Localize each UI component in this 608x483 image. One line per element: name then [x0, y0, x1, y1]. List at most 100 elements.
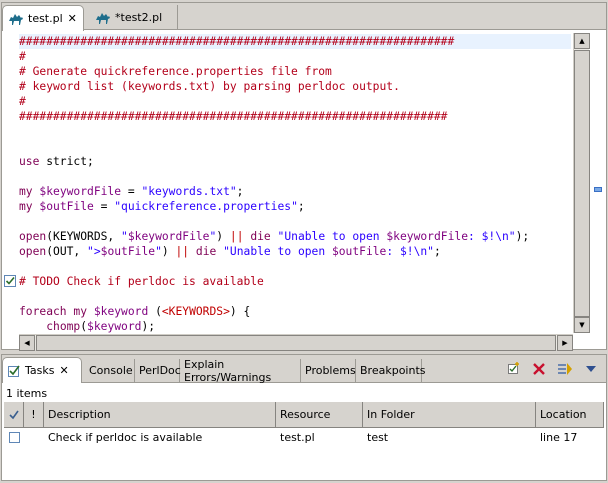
tab-label: Tasks: [25, 364, 55, 377]
table-row[interactable]: Check if perldoc is available test.pl te…: [4, 427, 604, 447]
code-token: use: [19, 155, 40, 168]
overview-task-mark[interactable]: [594, 187, 602, 192]
column-in-folder[interactable]: In Folder: [363, 402, 536, 428]
column-resource[interactable]: Resource: [276, 402, 363, 428]
close-icon[interactable]: ✕: [68, 13, 77, 24]
column-completed[interactable]: [4, 402, 24, 428]
code-line[interactable]: [19, 214, 571, 229]
vertical-scroll-thumb[interactable]: [574, 50, 590, 317]
items-count: 1 items: [6, 387, 48, 400]
code-line[interactable]: # keyword list (keywords.txt) by parsing…: [19, 79, 571, 94]
code-line[interactable]: [19, 124, 571, 139]
add-task-icon: [508, 362, 519, 374]
code-line[interactable]: # TODO Check if perldoc is available: [19, 274, 571, 289]
code-token: "quickreference.properties": [114, 200, 298, 213]
code-line[interactable]: #: [19, 94, 571, 109]
editor-tab-test-pl[interactable]: test.pl ✕: [2, 5, 84, 31]
column-location[interactable]: Location: [536, 402, 604, 428]
code-token: #: [19, 95, 26, 108]
scroll-up-arrow-icon[interactable]: ▲: [574, 33, 590, 49]
close-icon[interactable]: ✕: [59, 365, 68, 376]
code-token: ||: [229, 230, 244, 243]
tab-breakpoints[interactable]: Breakpoints: [356, 359, 426, 382]
tasks-table: ! Description Resource In Folder Locatio…: [4, 401, 604, 447]
tab-label: Explain Errors/Warnings: [184, 357, 272, 384]
code-line[interactable]: [19, 169, 571, 184]
code-line[interactable]: # Generate quickreference.properties fil…: [19, 64, 571, 79]
task-resource: test.pl: [280, 430, 315, 444]
code-token: );: [515, 230, 530, 243]
tab-perldoc[interactable]: PerlDoc: [135, 359, 181, 382]
checkmark-icon: [8, 410, 19, 419]
code-token: ">: [87, 245, 101, 258]
editor-panel: test.pl ✕ *test2.pl ####################…: [1, 2, 607, 351]
tasks-panel: Tasks ✕ Console PerlDoc Explain Errors/W…: [1, 354, 607, 481]
code-token: die: [195, 245, 217, 258]
code-token: ": [121, 230, 128, 243]
scroll-down-arrow-icon[interactable]: ▼: [574, 317, 590, 333]
horizontal-scrollbar[interactable]: ◀ ▶: [19, 334, 573, 351]
code-token: (KEYWORDS,: [46, 230, 122, 243]
code-line[interactable]: open(OUT, ">$outFile") || die "Unable to…: [19, 244, 571, 259]
column-description[interactable]: Description: [44, 402, 276, 428]
task-checkbox-cell[interactable]: [4, 427, 24, 447]
code-area[interactable]: ########################################…: [19, 34, 571, 334]
task-checkbox[interactable]: [8, 431, 20, 443]
view-menu-button[interactable]: [582, 361, 600, 377]
code-line[interactable]: [19, 289, 571, 304]
code-token: );: [141, 320, 156, 333]
code-line[interactable]: chomp($keyword);: [19, 319, 571, 334]
code-token: <KEYWORDS>: [161, 305, 230, 318]
horizontal-scroll-thumb[interactable]: [36, 335, 556, 351]
code-token: my: [19, 185, 33, 198]
code-line[interactable]: ########################################…: [19, 109, 571, 124]
camel-icon: [9, 13, 23, 25]
code-line[interactable]: [19, 259, 571, 274]
code-line[interactable]: use strict;: [19, 154, 571, 169]
column-priority[interactable]: !: [24, 402, 44, 428]
code-token: my: [73, 305, 88, 318]
code-line[interactable]: open(KEYWORDS, "$keywordFile") || die "U…: [19, 229, 571, 244]
code-line[interactable]: my $keywordFile = "keywords.txt";: [19, 184, 571, 199]
tab-tasks[interactable]: Tasks ✕: [2, 357, 82, 383]
code-token: $keywordFile: [386, 230, 468, 243]
delete-completed-button[interactable]: [530, 361, 548, 377]
tab-console[interactable]: Console: [85, 359, 135, 382]
code-line[interactable]: foreach my $keyword (<KEYWORDS>) {: [19, 304, 571, 319]
scroll-left-arrow-icon[interactable]: ◀: [19, 335, 35, 351]
code-editor[interactable]: ########################################…: [2, 31, 606, 351]
code-token: ||: [175, 245, 190, 258]
editor-tab-label: *test2.pl: [115, 11, 163, 24]
filter-icon: [558, 363, 572, 375]
scroll-right-arrow-icon[interactable]: ▶: [557, 335, 573, 351]
editor-tab-test2-pl[interactable]: *test2.pl: [90, 5, 178, 30]
editor-tab-label: test.pl: [28, 12, 63, 25]
code-line[interactable]: #: [19, 49, 571, 64]
task-marker-icon[interactable]: [4, 275, 16, 287]
code-line[interactable]: my $outFile = "quickreference.properties…: [19, 199, 571, 214]
vertical-scrollbar[interactable]: ▲ ▼: [573, 33, 590, 333]
code-token: =: [93, 200, 115, 213]
code-token: ): [161, 245, 176, 258]
task-folder: test: [367, 430, 389, 444]
code-line[interactable]: ########################################…: [19, 34, 571, 49]
tab-problems[interactable]: Problems: [301, 359, 356, 382]
code-token: open: [19, 230, 47, 243]
code-token: ########################################…: [19, 110, 448, 123]
code-token: (OUT,: [46, 245, 88, 258]
code-token: (: [148, 305, 162, 318]
code-token: chomp: [46, 320, 81, 333]
filter-button[interactable]: [556, 361, 574, 377]
tab-label: Breakpoints: [360, 364, 426, 377]
code-line[interactable]: [19, 139, 571, 154]
code-token: : $!\n": [468, 230, 516, 243]
code-token: $outFile: [39, 200, 94, 213]
overview-ruler[interactable]: [591, 33, 605, 333]
tab-explain-errors[interactable]: Explain Errors/Warnings: [180, 357, 301, 384]
add-task-button[interactable]: [504, 361, 522, 377]
code-token: =: [121, 185, 142, 198]
code-token: open: [19, 245, 47, 258]
